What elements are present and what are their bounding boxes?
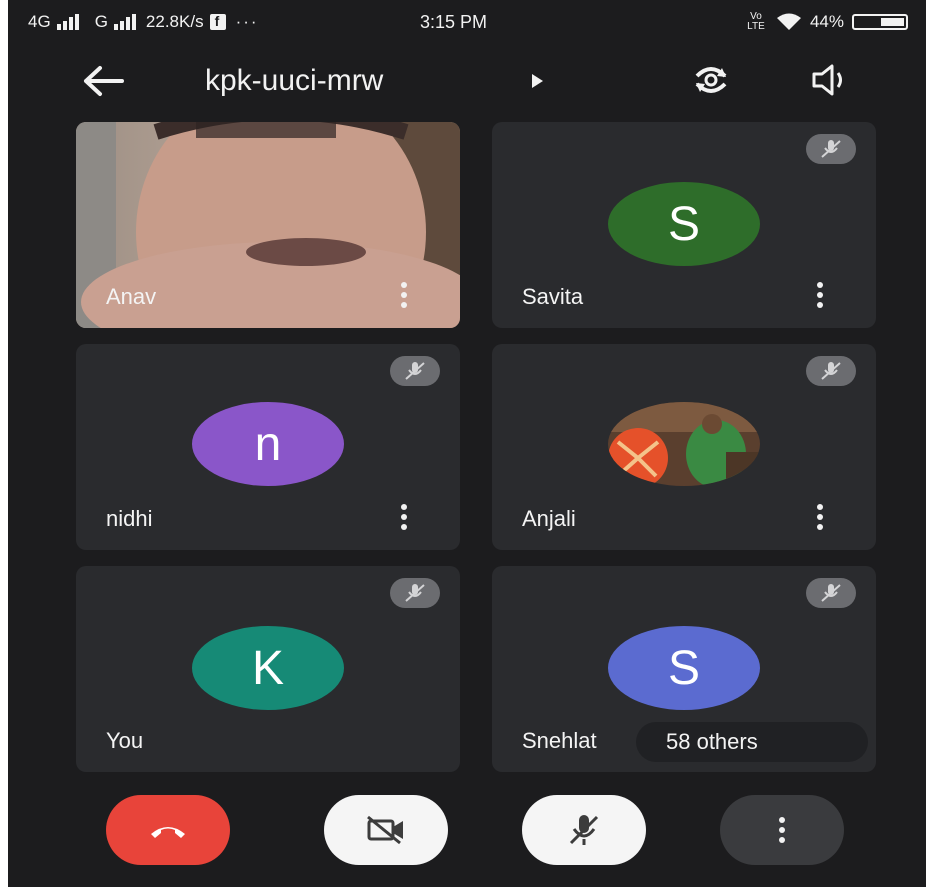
participant-options-icon[interactable] — [816, 504, 824, 530]
signal2-icon — [113, 14, 136, 30]
volte-icon: Vo LTE — [747, 11, 765, 32]
participant-name: You — [106, 728, 144, 753]
meeting-details-arrow-icon[interactable] — [532, 74, 543, 88]
hang-up-icon — [151, 827, 185, 838]
meeting-code[interactable]: kpk-uuci-mrw — [205, 64, 383, 98]
clock: 3:15 PM — [420, 12, 488, 32]
mic-muted-icon — [806, 356, 856, 386]
participant-tile-anjali[interactable]: Anjali — [492, 344, 876, 550]
participant-tile-you[interactable]: K You — [76, 566, 460, 772]
participant-avatar: S — [608, 182, 760, 266]
participant-name: Anav — [106, 284, 157, 309]
participant-tile-savita[interactable]: S Savita — [492, 122, 876, 328]
others-count-pill[interactable]: 58 others — [636, 722, 868, 762]
back-arrow-icon[interactable] — [82, 64, 126, 98]
participant-options-icon[interactable] — [816, 282, 824, 308]
mic-muted-icon — [390, 356, 440, 386]
battery-icon — [852, 14, 908, 30]
switch-camera-icon[interactable] — [691, 62, 731, 98]
mic-muted-icon — [806, 134, 856, 164]
participant-options-icon[interactable] — [400, 504, 408, 530]
participant-tile-anav[interactable]: Anav — [76, 122, 460, 328]
participant-name: Snehlat — [522, 728, 597, 753]
speaker-icon[interactable] — [810, 62, 850, 98]
mic-muted-icon — [806, 578, 856, 608]
speed-label: 22.8K/s — [145, 12, 204, 31]
signal-icon — [56, 14, 79, 30]
participant-avatar: n — [192, 402, 344, 486]
camera-toggle-button[interactable] — [324, 795, 448, 865]
more-notifications-icon: ··· — [235, 12, 259, 31]
call-header: kpk-uuci-mrw — [8, 56, 926, 106]
participant-photo-avatar — [608, 402, 760, 486]
participant-tile-nidhi[interactable]: n nidhi — [76, 344, 460, 550]
wifi-icon — [776, 13, 801, 30]
camera-off-icon — [367, 815, 403, 845]
end-call-button[interactable] — [106, 795, 230, 865]
network2-label: G — [94, 12, 108, 31]
participant-avatar: S — [608, 626, 760, 710]
participant-name: Anjali — [522, 506, 576, 531]
microphone-toggle-button[interactable] — [522, 795, 646, 865]
status-bar-left: 4G G 22.8K/s ··· — [28, 6, 259, 38]
participant-name: Savita — [522, 284, 584, 309]
meet-screen: 4G G 22.8K/s ··· 3:15 PM Vo LTE 44% kpk-… — [8, 0, 926, 887]
more-options-button[interactable] — [720, 795, 844, 865]
participant-avatar: K — [192, 626, 344, 710]
status-bar-right: Vo LTE 44% — [744, 6, 908, 38]
network-label: 4G — [28, 12, 51, 31]
facebook-icon — [209, 13, 226, 30]
participant-options-icon[interactable] — [400, 282, 408, 308]
battery-percent: 44% — [809, 12, 844, 31]
mic-muted-icon — [390, 578, 440, 608]
more-vert-icon — [778, 817, 786, 843]
mic-off-icon — [569, 815, 599, 845]
participant-name: nidhi — [106, 506, 153, 531]
